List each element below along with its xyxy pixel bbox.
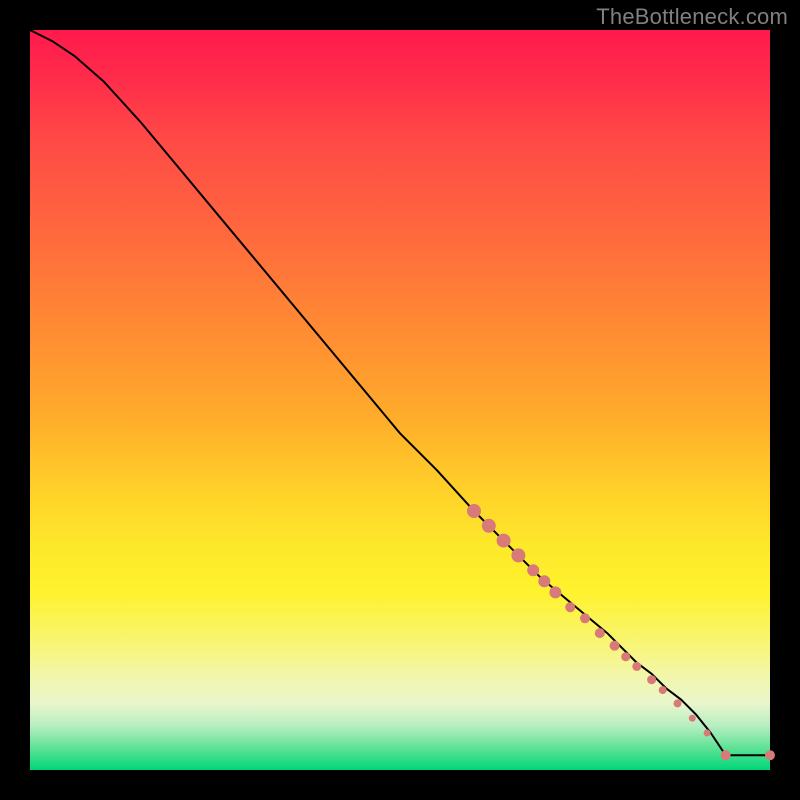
attribution-text: TheBottleneck.com — [596, 4, 788, 30]
data-point — [659, 686, 667, 694]
data-point — [595, 628, 605, 638]
data-point — [549, 586, 561, 598]
data-point — [538, 575, 550, 587]
data-point — [674, 699, 682, 707]
curve-line — [30, 30, 770, 755]
data-point — [527, 564, 539, 576]
data-point — [467, 504, 481, 518]
data-point — [565, 602, 575, 612]
data-point — [765, 750, 775, 760]
chart-stage: TheBottleneck.com — [0, 0, 800, 800]
data-point — [482, 519, 496, 533]
plot-area — [30, 30, 770, 770]
data-point — [497, 534, 511, 548]
markers-group — [467, 504, 775, 760]
data-point — [704, 730, 711, 737]
data-point — [621, 652, 630, 661]
data-point — [689, 715, 696, 722]
data-point — [721, 750, 731, 760]
data-point — [632, 662, 641, 671]
data-point — [610, 641, 620, 651]
data-point — [511, 548, 525, 562]
chart-svg — [30, 30, 770, 770]
data-point — [647, 675, 656, 684]
data-point — [580, 613, 590, 623]
